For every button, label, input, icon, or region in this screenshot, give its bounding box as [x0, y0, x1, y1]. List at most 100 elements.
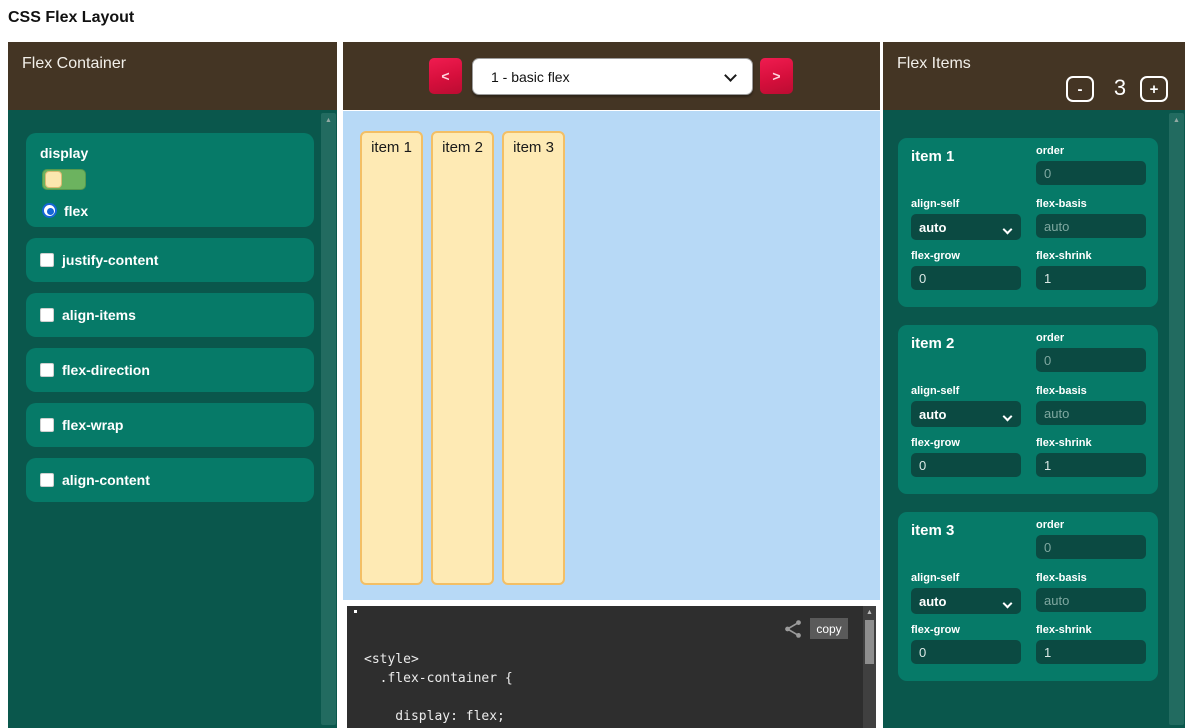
- display-toggle[interactable]: [42, 169, 86, 190]
- align-items-checkbox[interactable]: [40, 308, 54, 322]
- flex-basis-input[interactable]: [1036, 214, 1146, 238]
- order-input[interactable]: [1036, 535, 1146, 559]
- flex-radio[interactable]: [42, 203, 57, 218]
- flex-grow-field: flex-grow: [911, 250, 1021, 290]
- next-example-button[interactable]: >: [760, 58, 793, 94]
- flex-radio-label: flex: [64, 203, 88, 219]
- code-line: .flex-container {: [364, 669, 513, 688]
- share-icon[interactable]: [782, 618, 804, 640]
- scroll-up-icon[interactable]: ▲: [321, 117, 336, 124]
- flex-shrink-field: flex-shrink: [1036, 437, 1146, 477]
- align-self-select[interactable]: auto: [911, 588, 1021, 614]
- order-field: order: [1036, 332, 1146, 372]
- flex-grow-field: flex-grow: [911, 624, 1021, 664]
- prop-card-flex-direction: flex-direction: [26, 348, 314, 392]
- preview-header: < 1 - basic flex >: [343, 42, 880, 110]
- order-input[interactable]: [1036, 161, 1146, 185]
- order-input[interactable]: [1036, 348, 1146, 372]
- display-toggle-knob: [45, 171, 62, 188]
- display-label: display: [40, 145, 88, 161]
- flex-grow-input[interactable]: [911, 453, 1021, 477]
- code-scrollbar[interactable]: ▲: [863, 606, 876, 728]
- flex-basis-label: flex-basis: [1036, 572, 1146, 584]
- preview-panel: < 1 - basic flex > item 1 item 2 item 3: [343, 42, 880, 728]
- flex-basis-label: flex-basis: [1036, 198, 1146, 210]
- scroll-up-icon[interactable]: ▲: [863, 609, 876, 616]
- flex-wrap-label: flex-wrap: [62, 417, 123, 433]
- order-label: order: [1036, 332, 1146, 344]
- justify-content-checkbox[interactable]: [40, 253, 54, 267]
- order-field: order: [1036, 519, 1146, 559]
- order-label: order: [1036, 145, 1146, 157]
- align-self-field: align-self auto: [911, 572, 1021, 614]
- code-panel: copy <style> .flex-container { display: …: [345, 604, 878, 728]
- preview-flex-item-1: item 1: [360, 131, 423, 585]
- flex-basis-field: flex-basis: [1036, 385, 1146, 425]
- flex-basis-label: flex-basis: [1036, 385, 1146, 397]
- preview-flex-item-3: item 3: [502, 131, 565, 585]
- example-select[interactable]: 1 - basic flex: [472, 58, 753, 95]
- flex-grow-label: flex-grow: [911, 437, 1021, 449]
- flex-basis-input[interactable]: [1036, 588, 1146, 612]
- flex-basis-field: flex-basis: [1036, 572, 1146, 612]
- flex-items-panel: Flex Items - 3 + item 1 order align-self…: [883, 42, 1185, 728]
- flex-layout-app: CSS Flex Layout Flex Container display f…: [0, 0, 1199, 728]
- item-card-title: item 1: [911, 148, 954, 165]
- flex-container-body: display flex justify-content align-items: [8, 110, 337, 728]
- align-items-label: align-items: [62, 307, 136, 323]
- code-bullet: [354, 610, 357, 613]
- align-self-field: align-self auto: [911, 385, 1021, 427]
- align-self-label: align-self: [911, 198, 1021, 210]
- order-label: order: [1036, 519, 1146, 531]
- flex-container-scrollbar[interactable]: ▲: [321, 113, 336, 725]
- flex-grow-label: flex-grow: [911, 624, 1021, 636]
- flex-grow-input[interactable]: [911, 640, 1021, 664]
- flex-grow-input[interactable]: [911, 266, 1021, 290]
- align-content-checkbox[interactable]: [40, 473, 54, 487]
- prop-card-align-content: align-content: [26, 458, 314, 502]
- flex-items-header: Flex Items - 3 +: [883, 42, 1185, 110]
- flex-shrink-label: flex-shrink: [1036, 624, 1146, 636]
- flex-wrap-checkbox[interactable]: [40, 418, 54, 432]
- align-self-select[interactable]: auto: [911, 401, 1021, 427]
- flex-container-panel: Flex Container display flex justify-cont…: [8, 42, 337, 728]
- flex-direction-checkbox[interactable]: [40, 363, 54, 377]
- align-self-field: align-self auto: [911, 198, 1021, 240]
- item-card-1: item 1 order align-self auto flex-basis: [898, 138, 1158, 307]
- code-text: <style> .flex-container { display: flex;: [364, 650, 513, 726]
- code-line: <style>: [364, 650, 513, 669]
- align-self-select[interactable]: auto: [911, 214, 1021, 240]
- flex-basis-input[interactable]: [1036, 401, 1146, 425]
- flex-items-body: item 1 order align-self auto flex-basis: [883, 110, 1185, 728]
- flex-grow-field: flex-grow: [911, 437, 1021, 477]
- align-content-label: align-content: [62, 472, 150, 488]
- flex-container-header: Flex Container: [8, 42, 337, 110]
- flex-items-scrollbar[interactable]: ▲: [1169, 113, 1184, 725]
- flex-direction-label: flex-direction: [62, 362, 150, 378]
- example-select-wrap: 1 - basic flex: [472, 58, 753, 95]
- prev-example-button[interactable]: <: [429, 58, 462, 94]
- flex-shrink-label: flex-shrink: [1036, 250, 1146, 262]
- page-title: CSS Flex Layout: [8, 9, 134, 27]
- copy-button[interactable]: copy: [810, 618, 848, 639]
- code-line: [364, 688, 513, 707]
- flex-basis-field: flex-basis: [1036, 198, 1146, 238]
- item-card-3: item 3 order align-self auto flex-basis: [898, 512, 1158, 681]
- add-item-button[interactable]: +: [1140, 76, 1168, 102]
- flex-shrink-input[interactable]: [1036, 453, 1146, 477]
- flex-preview-container: item 1 item 2 item 3: [343, 111, 880, 600]
- scroll-up-icon[interactable]: ▲: [1169, 117, 1184, 124]
- item-card-title: item 2: [911, 335, 954, 352]
- flex-shrink-field: flex-shrink: [1036, 624, 1146, 664]
- flex-shrink-input[interactable]: [1036, 640, 1146, 664]
- flex-shrink-input[interactable]: [1036, 266, 1146, 290]
- remove-item-button[interactable]: -: [1066, 76, 1094, 102]
- code-scrollbar-thumb[interactable]: [865, 620, 874, 664]
- justify-content-label: justify-content: [62, 252, 158, 268]
- order-field: order: [1036, 145, 1146, 185]
- item-card-title: item 3: [911, 522, 954, 539]
- item-count: 3: [1105, 75, 1135, 101]
- prop-card-align-items: align-items: [26, 293, 314, 337]
- align-self-label: align-self: [911, 385, 1021, 397]
- flex-container-title: Flex Container: [22, 55, 126, 73]
